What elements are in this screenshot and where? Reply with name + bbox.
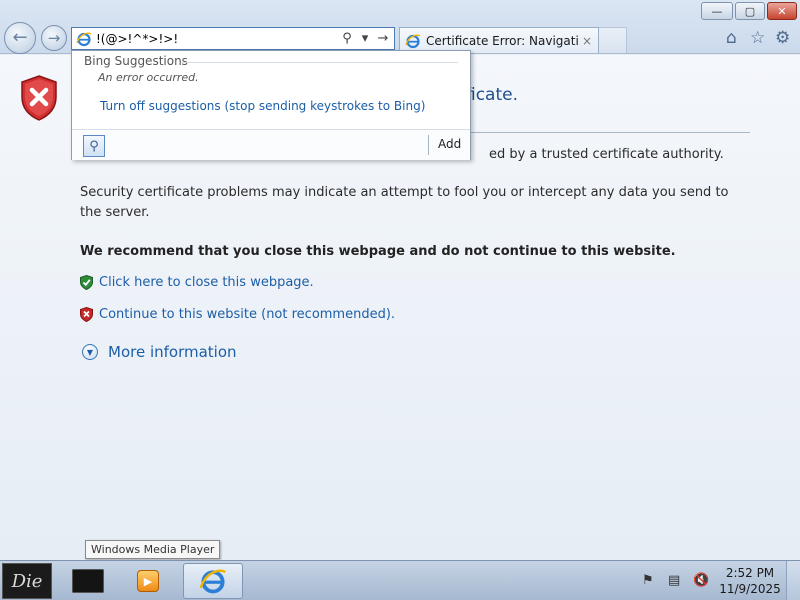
security-warning-text: Security certificate problems may indica… (80, 185, 729, 220)
browser-toolbar: ← → ⚲ ▾ → Certificate Error: Navigatio..… (0, 0, 800, 54)
volume-muted-icon[interactable]: 🔇 (693, 573, 709, 588)
close-window-button[interactable]: ✕ (767, 2, 797, 20)
certificate-text-partial: ed by a trusted certificate authority. (489, 147, 724, 162)
taskbar-tooltip: Windows Media Player (85, 540, 221, 559)
suggestions-error: An error occurred. (98, 71, 199, 84)
search-provider-icon[interactable]: ⚲ (83, 135, 105, 157)
clock-date: 11/9/2025 (719, 582, 781, 596)
suggestions-divider (182, 62, 458, 63)
turn-off-suggestions-link[interactable]: Turn off suggestions (stop sending keyst… (100, 99, 425, 113)
taskbar-media-player[interactable]: ▶ (123, 563, 173, 599)
folder-icon (72, 569, 104, 593)
media-player-icon: ▶ (137, 570, 159, 592)
network-icon[interactable]: ▤ (668, 573, 680, 588)
suggestions-header: Bing Suggestions (84, 54, 188, 68)
dropdown-arrow-icon[interactable]: ▾ (358, 31, 372, 46)
address-input[interactable] (96, 31, 336, 46)
tab-title: Certificate Error: Navigatio... (426, 33, 578, 48)
ie-icon (76, 31, 92, 46)
taskbar: Die ▶ ⚑ ▤ 🔇 2:52 PM 11/9/2025 (0, 560, 800, 600)
red-shield-icon (80, 307, 93, 322)
show-desktop-button[interactable] (786, 561, 800, 600)
minimize-button[interactable]: — (701, 2, 733, 20)
continue-to-website-link[interactable]: Continue to this website (not recommende… (99, 307, 395, 322)
ie-icon (199, 569, 227, 594)
action-center-flag-icon[interactable]: ⚑ (642, 573, 654, 588)
suggestions-footer: ⚲ Add (72, 129, 470, 160)
start-button[interactable]: Die (2, 563, 52, 599)
taskbar-folder[interactable] (63, 563, 113, 599)
forward-arrow-icon: → (47, 28, 61, 47)
new-tab-button[interactable] (599, 27, 627, 53)
more-information-row: ▼ More information (82, 343, 237, 361)
footer-divider (428, 135, 429, 155)
go-arrow-icon[interactable]: → (376, 31, 390, 46)
back-button[interactable]: ← (4, 22, 36, 54)
close-webpage-row: Click here to close this webpage. (80, 275, 314, 290)
star-icon[interactable]: ☆ (750, 28, 765, 48)
page-title: ficate. (465, 85, 519, 105)
taskbar-internet-explorer[interactable] (183, 563, 243, 599)
continue-row: Continue to this website (not recommende… (80, 307, 395, 322)
green-shield-icon (80, 275, 93, 290)
add-provider-button[interactable]: Add (438, 137, 461, 151)
clock-time: 2:52 PM (725, 566, 775, 580)
more-information-link[interactable]: More information (108, 343, 237, 361)
search-icon[interactable]: ⚲ (340, 31, 354, 46)
system-clock[interactable]: 2:52 PM 11/9/2025 (712, 565, 788, 597)
close-webpage-link[interactable]: Click here to close this webpage. (99, 275, 314, 290)
address-bar[interactable]: ⚲ ▾ → (71, 27, 395, 50)
expand-icon[interactable]: ▼ (82, 344, 98, 360)
back-arrow-icon: ← (12, 27, 28, 48)
gear-icon[interactable]: ⚙ (775, 28, 790, 48)
recommendation-text: We recommend that you close this webpage… (80, 244, 676, 259)
error-shield-icon (21, 75, 57, 121)
forward-button[interactable]: → (41, 25, 67, 51)
certificate-text: ed by a trusted certificate authority. (489, 145, 729, 165)
home-icon[interactable]: ⌂ (726, 28, 737, 48)
maximize-button[interactable]: ▢ (735, 2, 765, 20)
ie-icon (405, 33, 421, 48)
suggestions-dropdown: Bing Suggestions An error occurred. Turn… (71, 50, 471, 160)
close-tab-icon[interactable]: × (582, 34, 592, 48)
